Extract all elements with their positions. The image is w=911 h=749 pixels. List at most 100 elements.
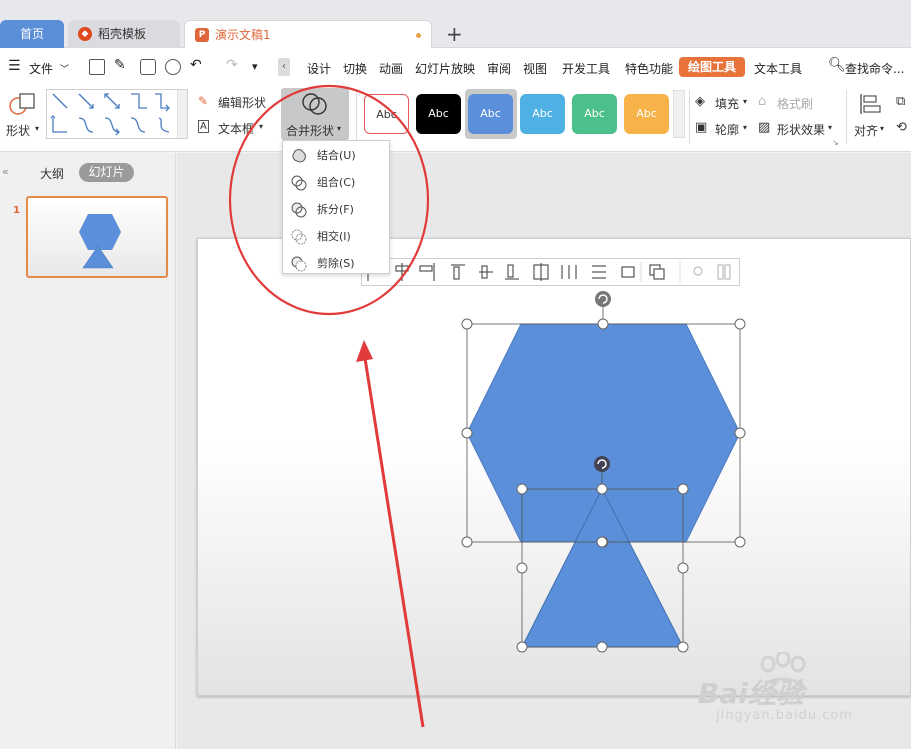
menu-item-subtract[interactable]: 剪除(S): [283, 251, 389, 277]
print-preview-icon[interactable]: [165, 59, 181, 75]
style-swatch-blue[interactable]: Abc: [468, 94, 513, 134]
menu-item-intersect-label: 相交(I): [317, 230, 351, 243]
ribbon: 形状 ▾ ✎ 编辑形状 A 文本框 ▾ 合并形状 ▾ Abc Abc Abc A…: [0, 86, 911, 152]
shape-button[interactable]: 形状 ▾: [4, 90, 42, 140]
redo-icon: ↷: [226, 57, 238, 73]
unsaved-dot-icon: [416, 33, 421, 38]
align-icon: [860, 94, 881, 114]
docer-logo-icon: ◆: [78, 27, 92, 41]
menu-bar: ☰ 文件 ﹀ ✎ ↶ ↷ ▾ ‹ 设计 切换 动画 幻灯片放映 审阅 视图 开发…: [0, 48, 911, 86]
menu-drawing-tools[interactable]: 绘图工具: [679, 57, 745, 77]
chevron-down-icon: ▾: [337, 124, 342, 133]
print-icon[interactable]: [140, 59, 156, 75]
expand-group-icon[interactable]: ↘: [832, 138, 839, 147]
tab-document[interactable]: P 演示文稿1: [184, 20, 432, 48]
style-swatch-orange[interactable]: Abc: [624, 94, 669, 134]
menu-view[interactable]: 视图: [523, 60, 547, 77]
menu-developer[interactable]: 开发工具: [562, 60, 610, 77]
undo-icon[interactable]: ↶: [190, 57, 202, 73]
fragment-icon: [291, 202, 307, 218]
menu-file[interactable]: 文件: [29, 60, 53, 77]
slide-thumbnail[interactable]: [26, 196, 168, 278]
menu-slideshow[interactable]: 幻灯片放映: [415, 60, 475, 77]
menu-item-fragment[interactable]: 拆分(F): [283, 197, 389, 223]
align-toolbar-icons: [367, 262, 731, 282]
chevron-down-icon: ▾: [35, 124, 40, 133]
style-swatch-black[interactable]: Abc: [416, 94, 461, 134]
fill-button[interactable]: 填充: [715, 95, 739, 112]
new-tab-button[interactable]: +: [446, 22, 463, 46]
menu-item-intersect[interactable]: 相交(I): [283, 224, 389, 250]
shape-label: 形状: [6, 124, 31, 138]
edit-shape-icon: ✎: [198, 94, 209, 108]
tab-outline[interactable]: 大纲: [40, 165, 64, 182]
presentation-icon: P: [195, 28, 209, 42]
tab-template[interactable]: ◆ 稻壳模板: [68, 20, 180, 48]
swatch-scrollbar[interactable]: [673, 90, 685, 138]
format-painter-icon[interactable]: ✎: [114, 57, 126, 73]
search-command[interactable]: 查找命令...: [845, 60, 904, 77]
union-icon: [292, 149, 306, 163]
edit-shape-button[interactable]: 编辑形状: [218, 94, 266, 111]
menu-item-combine[interactable]: 组合(C): [283, 170, 389, 196]
watermark-brand: Bai经验: [698, 677, 804, 710]
slide-panel: « 大纲 幻灯片 1: [0, 153, 176, 749]
menu-review[interactable]: 审阅: [487, 60, 511, 77]
menu-item-fragment-label: 拆分(F): [317, 203, 354, 216]
watermark-url: jingyan.baidu.com: [716, 708, 853, 723]
slide-canvas[interactable]: [197, 238, 911, 696]
chevron-left-icon[interactable]: ‹: [278, 58, 290, 76]
menu-design[interactable]: 设计: [307, 60, 331, 77]
outline-icon: ▣: [695, 120, 708, 135]
merge-shapes-icon: [302, 93, 327, 115]
tab-template-label: 稻壳模板: [98, 27, 147, 41]
tab-slides[interactable]: 幻灯片: [79, 163, 134, 182]
connector-shapes-icon: [50, 93, 170, 136]
menu-item-union-label: 结合(U): [317, 149, 356, 162]
tab-bar: 首页 ◆ 稻壳模板 P 演示文稿1 +: [0, 0, 911, 48]
menu-item-combine-label: 组合(C): [317, 176, 356, 189]
menu-item-subtract-label: 剪除(S): [317, 257, 355, 270]
collapse-panel-icon[interactable]: «: [2, 165, 9, 178]
shape-effects-button[interactable]: 形状效果: [777, 121, 825, 138]
floating-align-toolbar: [361, 258, 740, 286]
search-icon[interactable]: 🔍︎: [828, 57, 846, 73]
outline-button[interactable]: 轮廓: [715, 121, 739, 138]
menu-features[interactable]: 特色功能: [625, 60, 673, 77]
shape-effects-icon: ▨: [758, 120, 771, 135]
chevron-down-icon: ▾: [828, 123, 833, 132]
merge-shapes-button[interactable]: 合并形状 ▾: [281, 88, 349, 140]
merge-shapes-menu: 结合(U) 组合(C) 拆分(F) 相交(I) 剪除(S): [282, 140, 390, 274]
group-icon[interactable]: ⧉: [896, 94, 905, 109]
menu-animation[interactable]: 动画: [379, 60, 403, 77]
more-icon[interactable]: ▾: [252, 60, 258, 73]
menu-transition[interactable]: 切换: [343, 60, 367, 77]
ribbon-divider: [689, 90, 690, 144]
tab-document-label: 演示文稿1: [215, 28, 271, 42]
text-box-button[interactable]: 文本框: [218, 120, 254, 137]
baidu-jingyan-watermark: Bai经验 jingyan.baidu.com: [698, 650, 898, 730]
chevron-down-icon: ▾: [743, 123, 748, 132]
menu-text-tools[interactable]: 文本工具: [754, 60, 802, 77]
slide-thumbnail-preview: [79, 214, 121, 269]
chevron-down-icon: ▾: [743, 97, 748, 106]
save-icon[interactable]: [89, 59, 105, 75]
text-box-icon: A: [198, 120, 209, 133]
menu-item-union[interactable]: 结合(U): [283, 143, 389, 169]
chevron-down-icon[interactable]: ﹀: [60, 62, 69, 75]
ribbon-divider: [356, 90, 357, 144]
style-swatch-white[interactable]: Abc: [364, 94, 409, 134]
format-painter-icon: ⌂: [758, 94, 767, 109]
slide-number: 1: [13, 205, 20, 216]
style-swatch-cyan[interactable]: Abc: [520, 94, 565, 134]
hamburger-icon[interactable]: ☰: [8, 58, 21, 74]
fill-icon: ◈: [695, 94, 705, 109]
subtract-icon: [291, 256, 307, 272]
tab-home[interactable]: 首页: [0, 20, 64, 48]
style-swatch-green[interactable]: Abc: [572, 94, 617, 134]
gallery-scrollbar[interactable]: [177, 90, 187, 138]
chevron-down-icon: ▾: [880, 124, 885, 133]
shape-gallery[interactable]: [46, 89, 188, 139]
align-button[interactable]: 对齐: [854, 122, 878, 139]
rotate-icon[interactable]: ⟲: [896, 120, 907, 135]
